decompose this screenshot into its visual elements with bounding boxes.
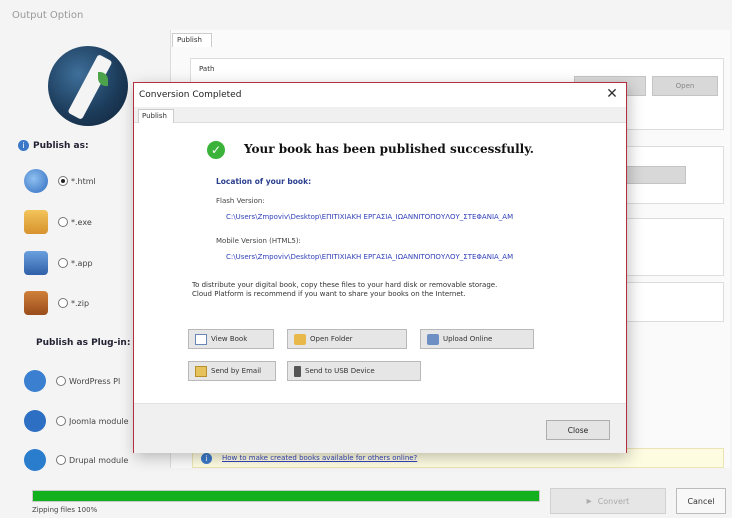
exe-box-icon (24, 210, 48, 234)
progress-bar (32, 490, 540, 502)
open-folder-button[interactable]: Open Folder (287, 329, 407, 349)
radio-drupal[interactable] (56, 455, 66, 465)
cancel-button[interactable]: Cancel (676, 488, 726, 514)
help-link[interactable]: How to make created books available for … (222, 454, 417, 462)
info-icon: i (201, 452, 212, 464)
open-path-button[interactable]: Open (652, 76, 718, 96)
radio-zip[interactable] (58, 298, 68, 308)
upload-icon (427, 333, 439, 345)
wordpress-icon (24, 370, 46, 392)
checkmark-icon: ✓ (207, 141, 225, 159)
upload-online-button[interactable]: Upload Online (420, 329, 534, 349)
convert-icon: ▸ (586, 495, 592, 507)
folder-person-icon (294, 333, 306, 345)
plugin-heading: Publish as Plug-in: (36, 338, 131, 348)
radio-wordpress[interactable] (56, 376, 66, 386)
app-logo (48, 46, 128, 126)
dialog-tab-publish[interactable]: Publish (138, 109, 174, 123)
mobile-version-label: Mobile Version (HTML5): (216, 237, 301, 245)
tab-publish[interactable]: Publish (172, 33, 212, 47)
publish-as-heading: i Publish as: (18, 140, 89, 151)
dialog-body: ✓ Your book has been published successfu… (134, 123, 626, 403)
send-by-email-button[interactable]: Send by Email (188, 361, 276, 381)
book-icon (195, 333, 207, 345)
dialog-title: Conversion Completed (139, 90, 242, 100)
radio-joomla[interactable] (56, 416, 66, 426)
mobile-version-path[interactable]: C:\Users\Zmpoviv\Desktop\ΕΠΙΤΙΧΙΑΚΗ ΕΡΓΑ… (226, 253, 513, 261)
progress-fill (33, 491, 539, 501)
radio-html[interactable] (58, 176, 68, 186)
radio-app[interactable] (58, 258, 68, 268)
dialog-tabstrip: Publish (134, 107, 626, 123)
close-icon[interactable]: ✕ (604, 86, 620, 102)
view-book-button[interactable]: View Book (188, 329, 274, 349)
distribution-note: To distribute your digital book, copy th… (192, 281, 498, 298)
html-globe-icon (24, 169, 48, 193)
zip-book-icon (24, 291, 48, 315)
dialog-footer: Close (134, 403, 626, 453)
email-envelope-icon (195, 365, 207, 377)
drupal-icon (24, 449, 46, 471)
window-title: Output Option (12, 10, 84, 21)
close-button[interactable]: Close (546, 420, 610, 440)
location-label: Location of your book: (216, 177, 312, 186)
setting-button[interactable] (620, 166, 686, 184)
path-label: Path (199, 65, 215, 73)
info-icon: i (18, 140, 29, 151)
status-text: Zipping files 100% (32, 506, 98, 514)
send-to-usb-button[interactable]: Send to USB Device (287, 361, 421, 381)
convert-button[interactable]: ▸ Convert (550, 488, 666, 514)
joomla-icon (24, 410, 46, 432)
flash-version-path[interactable]: C:\Users\Zmpoviv\Desktop\ΕΠΙΤΙΧΙΑΚΗ ΕΡΓΑ… (226, 213, 513, 221)
flash-version-label: Flash Version: (216, 197, 265, 205)
success-message: Your book has been published successfull… (244, 142, 534, 156)
radio-exe[interactable] (58, 217, 68, 227)
dialog-titlebar: Conversion Completed (134, 83, 626, 107)
usb-drive-icon (294, 365, 301, 377)
conversion-dialog: Conversion Completed ✕ Publish ✓ Your bo… (133, 82, 627, 453)
app-mac-icon (24, 251, 48, 275)
